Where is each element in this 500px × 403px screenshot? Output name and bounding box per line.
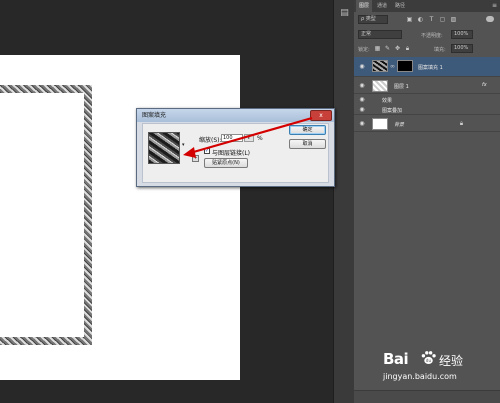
cancel-button[interactable]: 取消 [289, 139, 326, 149]
panel-menu-icon[interactable]: ≡ [492, 2, 497, 10]
type-filter-icon[interactable]: T [428, 16, 435, 23]
paw-icon: du [421, 351, 436, 364]
filter-row: ρ 类型 ▣ ◐ T ▢ ▨ [354, 15, 500, 25]
pattern-fill-dialog: 图案填充 x ▾ + 缩放(S): 100 ▸ % ✓ 与图层链接(L) 贴紧原… [136, 108, 335, 187]
panel-tabs: 图层 通道 路径 ≡ [354, 0, 500, 12]
layer-1[interactable]: ◉ 图层 1 fx [354, 78, 500, 94]
blend-mode-select[interactable]: 正常 [358, 30, 402, 39]
dialog-body: ▾ + 缩放(S): 100 ▸ % ✓ 与图层链接(L) 贴紧原点(N) 确定… [142, 123, 329, 183]
baidu-jingyan-watermark: Bai du 经验 jingyan.baidu.com [383, 348, 500, 403]
tab-layers[interactable]: 图层 [356, 0, 373, 12]
lock-move-icon[interactable]: ✥ [394, 45, 401, 52]
layer-thumbnail [372, 80, 388, 92]
canvas-area[interactable] [0, 0, 333, 403]
pattern-overlay-row[interactable]: ◉ 图案叠加 [354, 105, 500, 115]
tab-channels[interactable]: 通道 [374, 0, 390, 12]
close-button[interactable]: x [310, 110, 332, 121]
tab-paths[interactable]: 路径 [392, 0, 408, 12]
lock-row: 锁定: ▦ ✎ ✥ 🔒︎ 填充: 100% [354, 44, 500, 54]
panel-dock-strip: ▤ [333, 0, 355, 403]
lock-icon: 🔒︎ [459, 120, 464, 127]
filter-kind-label: 类型 [365, 16, 376, 22]
scale-label: 缩放(S): [199, 137, 222, 144]
baidu-logo-text: Bai [383, 350, 409, 368]
filter-toggle[interactable] [486, 16, 494, 22]
shape-filter-icon[interactable]: ▢ [439, 16, 446, 23]
visibility-eye-icon[interactable]: ◉ [358, 120, 366, 128]
layer-thumbnail [372, 118, 388, 130]
layer-name: 背景 [394, 122, 405, 128]
blend-row: 正常 不透明度: 100% [354, 30, 500, 40]
pattern-swatch[interactable] [148, 132, 180, 164]
scale-stepper[interactable]: ▸ [244, 134, 254, 142]
opacity-input[interactable]: 100% [451, 30, 473, 39]
fill-label: 填充: [434, 47, 446, 53]
visibility-eye-icon[interactable]: ◉ [358, 96, 366, 104]
dialog-titlebar: 图案填充 x [137, 109, 334, 122]
layer-background[interactable]: ◉ 背景 🔒︎ [354, 116, 500, 132]
jingyan-text: 经验 [439, 354, 464, 368]
visibility-eye-icon[interactable]: ◉ [358, 106, 366, 114]
link-layer-label: 与图层链接(L) [212, 150, 251, 157]
effects-label: 效果 [382, 98, 393, 104]
chevron-down-icon[interactable]: ▾ [182, 142, 185, 148]
link-layer-checkbox[interactable]: ✓ [204, 148, 210, 154]
watermark-url: jingyan.baidu.com [383, 372, 457, 381]
baidu-logo-du: du [426, 358, 432, 364]
dialog-title: 图案填充 [142, 112, 167, 119]
lock-paint-icon[interactable]: ✎ [384, 45, 391, 52]
new-preset-icon[interactable]: + [192, 155, 199, 162]
pattern-frame [0, 85, 92, 345]
ok-button[interactable]: 确定 [289, 125, 326, 135]
layers-panel: 图层 通道 路径 ≡ ρ 类型 ▣ ◐ T ▢ ▨ 正常 不透明度: 100% … [354, 0, 500, 403]
mask-thumbnail [397, 60, 413, 72]
fill-input[interactable]: 100% [451, 44, 473, 53]
lock-all-icon[interactable]: 🔒︎ [404, 45, 411, 52]
visibility-eye-icon[interactable]: ◉ [358, 63, 366, 71]
layer-name: 图层 1 [394, 84, 409, 90]
lock-transparent-icon[interactable]: ▦ [374, 45, 381, 52]
layer-name: 图案填充 1 [418, 65, 443, 71]
link-icon: ∞ [390, 63, 395, 70]
snap-to-origin-button[interactable]: 贴紧原点(N) [204, 158, 248, 168]
filter-kind-select[interactable]: ρ 类型 [358, 15, 388, 24]
visibility-eye-icon[interactable]: ◉ [358, 82, 366, 90]
smart-filter-icon[interactable]: ▨ [450, 16, 457, 23]
layer-pattern-fill[interactable]: ◉ ∞ 图案填充 1 [354, 57, 500, 77]
pattern-thumbnail [372, 60, 388, 72]
percent-label: % [257, 135, 263, 142]
adjust-filter-icon[interactable]: ◐ [417, 16, 424, 23]
pattern-overlay-label: 图案叠加 [382, 108, 403, 114]
scale-input[interactable]: 100 [221, 134, 243, 142]
fx-icon[interactable]: fx [482, 82, 487, 88]
lock-label: 锁定: [358, 47, 370, 53]
history-icon[interactable]: ▤ [339, 8, 350, 19]
effects-row[interactable]: ◉ 效果 [354, 95, 500, 105]
opacity-label: 不透明度: [421, 33, 443, 39]
pixel-filter-icon[interactable]: ▣ [406, 16, 413, 23]
